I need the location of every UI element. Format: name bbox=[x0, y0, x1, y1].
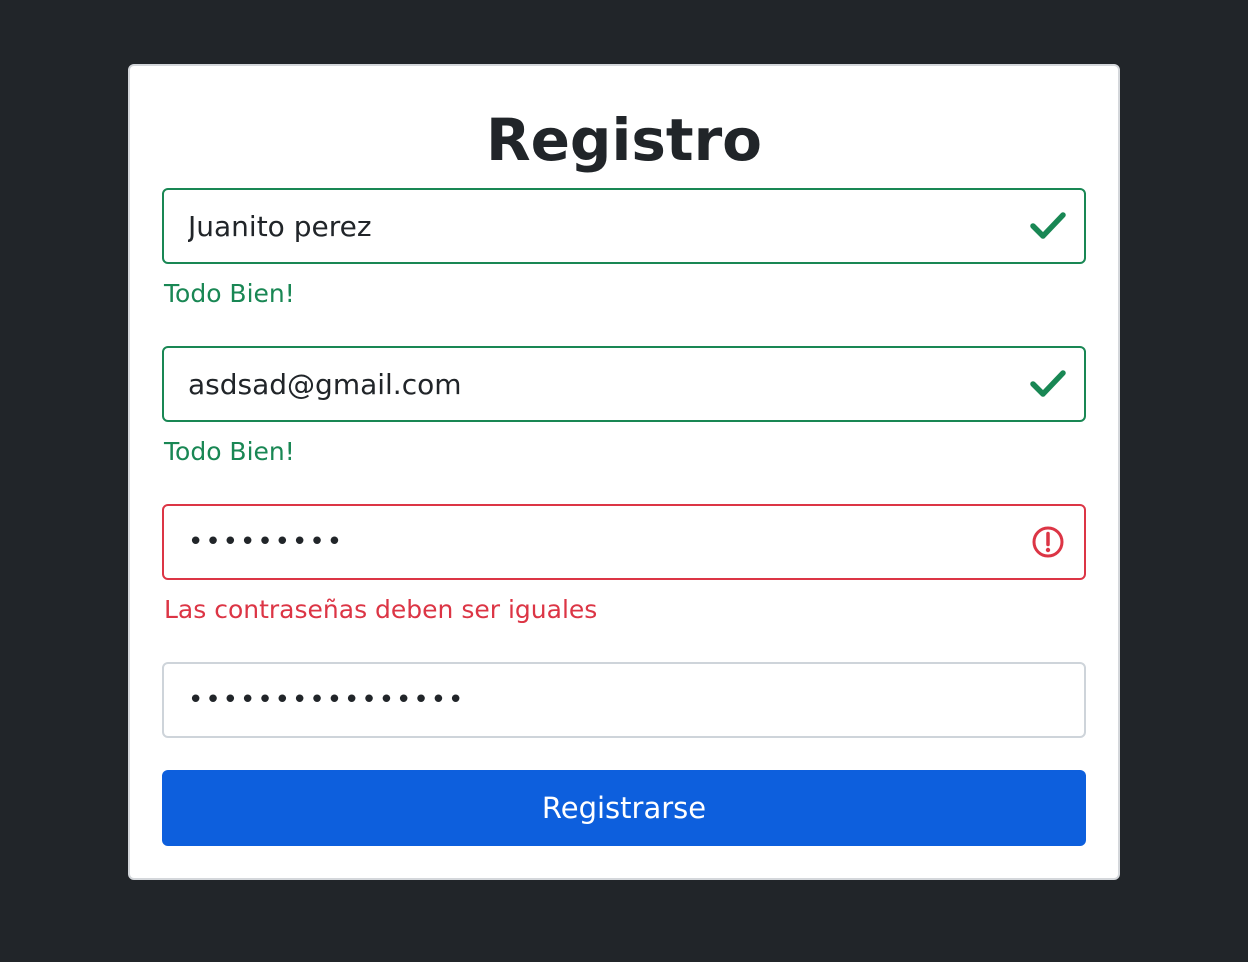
register-button[interactable]: Registrarse bbox=[162, 770, 1086, 846]
page-title: Registro bbox=[485, 106, 763, 174]
exclamation-circle-icon bbox=[1032, 526, 1064, 558]
password-feedback: Las contraseñas deben ser iguales bbox=[164, 595, 598, 624]
name-feedback: Todo Bien! bbox=[164, 279, 295, 308]
check-icon bbox=[1030, 370, 1066, 397]
confirm-password-input[interactable] bbox=[162, 662, 1086, 738]
email-input[interactable] bbox=[162, 346, 1086, 422]
registration-card: Registro Todo Bien! Todo Bien! Las contr… bbox=[128, 64, 1120, 880]
email-feedback: Todo Bien! bbox=[164, 437, 295, 466]
password-input[interactable] bbox=[162, 504, 1086, 580]
check-icon bbox=[1030, 212, 1066, 239]
name-input[interactable] bbox=[162, 188, 1086, 264]
